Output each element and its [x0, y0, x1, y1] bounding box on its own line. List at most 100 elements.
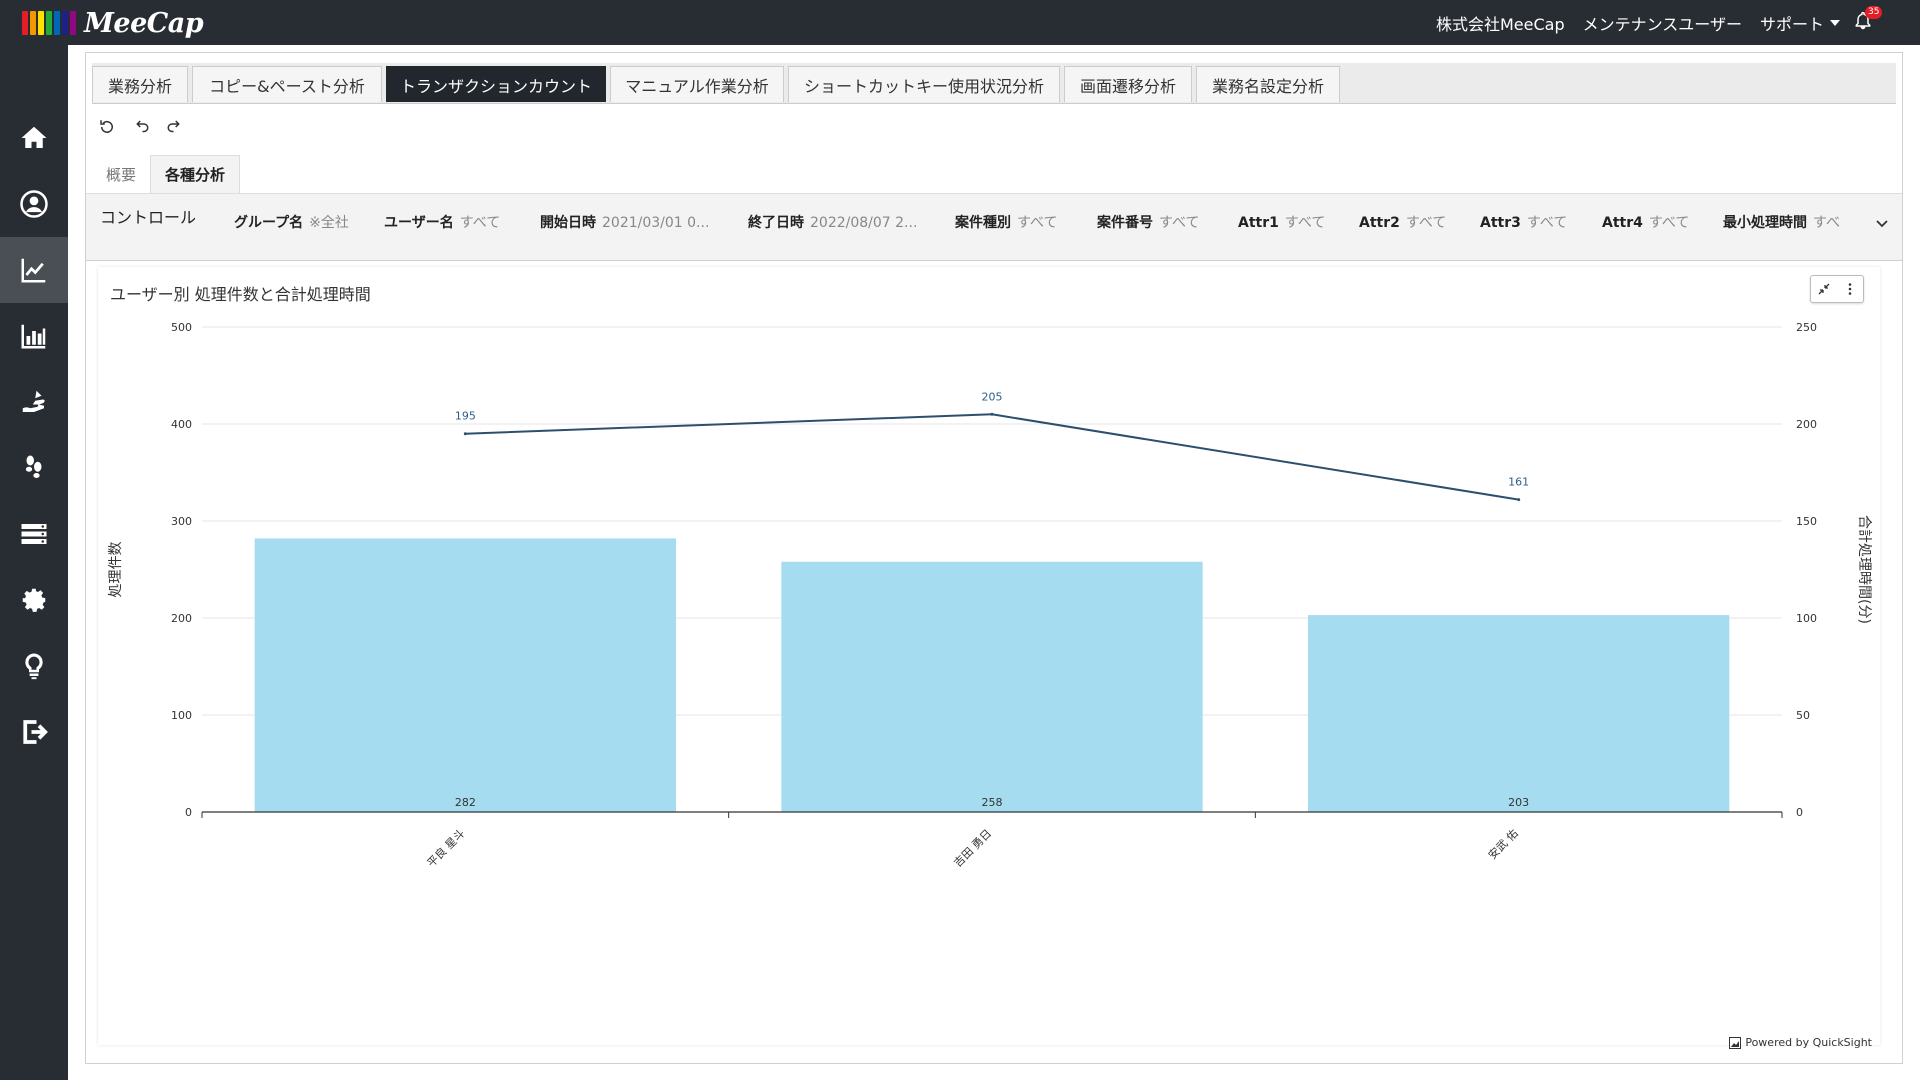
sidebar-item-bar-chart[interactable] — [0, 303, 68, 369]
control-value: 2021/03/01 0... — [602, 215, 710, 231]
sidebar-item-home[interactable] — [0, 105, 68, 171]
bar-chart-icon — [21, 324, 46, 349]
controls-title: コントロール — [100, 208, 197, 227]
control-min-processing-time[interactable]: 最小処理時間 すべ — [1723, 212, 1840, 232]
control-label: 案件種別 — [955, 215, 1011, 231]
control-attr4[interactable]: Attr4 すべて — [1602, 212, 1689, 232]
collapse-icon[interactable] — [1816, 281, 1832, 297]
quicksight-icon — [1729, 1036, 1742, 1049]
control-value: すべて — [1159, 215, 1200, 231]
control-value: すべて — [1526, 215, 1568, 231]
control-label: グループ名 — [234, 215, 304, 231]
control-value: すべて — [1648, 215, 1690, 231]
logo-bar — [54, 11, 60, 35]
y2-tick-label: 0 — [1796, 806, 1803, 819]
logo-bar — [22, 11, 28, 35]
top-bar: MeeCap 株式会社MeeCap メンテナンスユーザー サポート 35 — [0, 0, 1920, 45]
y2-tick-label: 150 — [1796, 515, 1817, 528]
control-label: ユーザー名 — [384, 215, 454, 231]
control-value: すべ — [1813, 215, 1841, 231]
company-name: 株式会社MeeCap — [1435, 14, 1565, 34]
notification-badge: 35 — [1865, 6, 1883, 19]
line-data-label: 205 — [982, 390, 1003, 403]
powered-by: Powered by QuickSight — [1729, 1036, 1872, 1049]
sidebar-item-settings[interactable] — [0, 567, 68, 633]
sidebar-item-logout[interactable] — [0, 699, 68, 765]
x-tick-label: 安武 佑 — [1485, 826, 1521, 862]
main-content: 業務分析 コピー&ペースト分析 トランザクションカウント マニュアル作業分析 シ… — [85, 52, 1903, 1064]
caret-down-icon — [1830, 19, 1840, 26]
sidebar-item-hand[interactable] — [0, 369, 68, 435]
sidebar-item-user[interactable] — [0, 171, 68, 237]
line-point — [1517, 498, 1521, 502]
control-user-name[interactable]: ユーザー名 すべて — [384, 212, 500, 232]
subtab-various-analysis[interactable]: 各種分析 — [150, 155, 241, 193]
line-point — [990, 412, 994, 416]
bar-data-label: 203 — [1508, 796, 1529, 809]
hand-icon — [22, 390, 45, 412]
tab-screen-transition-analysis[interactable]: 画面遷移分析 — [1064, 66, 1192, 102]
tab-label: 業務名設定分析 — [1211, 76, 1324, 96]
home-icon — [21, 126, 47, 148]
line-chart-icon — [21, 258, 46, 283]
control-group-name[interactable]: グループ名 ※全社 — [234, 212, 349, 232]
tab-transaction-count[interactable]: トランザクションカウント — [386, 66, 606, 102]
sidebar-item-ideas[interactable] — [0, 633, 68, 699]
y2-tick-label: 100 — [1796, 612, 1817, 625]
x-tick-label: 平良 星斗 — [424, 826, 467, 869]
control-case-number[interactable]: 案件番号 すべて — [1097, 212, 1199, 232]
y2-tick-label: 50 — [1796, 709, 1810, 722]
control-attr3[interactable]: Attr3 すべて — [1480, 212, 1567, 232]
bar-data-label: 258 — [982, 796, 1003, 809]
line-data-label: 161 — [1508, 476, 1529, 489]
y-tick-label: 200 — [171, 612, 192, 625]
logo-bar — [30, 11, 36, 35]
visual-menu — [1810, 275, 1864, 303]
tab-business-name-setting-analysis[interactable]: 業務名設定分析 — [1196, 66, 1340, 102]
logo-bar — [38, 11, 44, 35]
bar — [1308, 615, 1730, 812]
powered-by-text: Powered by QuickSight — [1745, 1036, 1872, 1049]
redo-icon[interactable] — [166, 118, 184, 136]
meecap-logo[interactable]: MeeCap — [22, 6, 204, 40]
chevron-down-icon[interactable] — [1874, 216, 1890, 232]
reset-icon[interactable] — [98, 118, 116, 136]
logout-icon — [23, 720, 48, 744]
bar — [254, 538, 676, 812]
y-tick-label: 0 — [185, 806, 192, 819]
control-case-type[interactable]: 案件種別 すべて — [955, 212, 1057, 232]
user-icon — [20, 190, 48, 218]
tab-manual-work-analysis[interactable]: マニュアル作業分析 — [610, 66, 784, 102]
control-start-date[interactable]: 開始日時 2021/03/01 0... — [540, 212, 709, 232]
y-tick-label: 400 — [171, 418, 192, 431]
bar — [781, 561, 1203, 812]
control-value: ※全社 — [309, 215, 349, 231]
control-attr2[interactable]: Attr2 すべて — [1359, 212, 1446, 232]
subtab-overview[interactable]: 概要 — [92, 155, 150, 193]
user-name[interactable]: メンテナンスユーザー — [1583, 11, 1742, 35]
control-attr1[interactable]: Attr1 すべて — [1238, 212, 1325, 232]
control-value: すべて — [1017, 215, 1058, 231]
sidebar-item-line-chart[interactable] — [0, 237, 68, 303]
logo-bar — [70, 11, 76, 35]
notification-bell[interactable]: 35 — [1853, 6, 1883, 34]
control-label: 案件番号 — [1097, 215, 1153, 231]
control-label: Attr1 — [1238, 215, 1279, 231]
control-label: 開始日時 — [540, 215, 596, 231]
sidebar-item-server[interactable] — [0, 501, 68, 567]
undo-icon[interactable] — [132, 118, 150, 136]
y-tick-label: 100 — [171, 709, 192, 722]
server-icon — [21, 524, 47, 544]
control-end-date[interactable]: 終了日時 2022/08/07 2... — [748, 212, 917, 232]
toolbar — [98, 115, 184, 139]
more-vertical-icon[interactable] — [1842, 281, 1858, 297]
support-menu[interactable]: サポート — [1760, 11, 1840, 35]
line-point — [463, 432, 467, 436]
tab-shortcut-key-analysis[interactable]: ショートカットキー使用状況分析 — [788, 66, 1060, 102]
y-tick-label: 500 — [171, 321, 192, 334]
tab-label: マニュアル作業分析 — [625, 76, 769, 96]
sidebar-item-footsteps[interactable] — [0, 435, 68, 501]
tab-business-analysis[interactable]: 業務分析 — [92, 66, 188, 102]
control-label: 終了日時 — [748, 215, 804, 231]
tab-copy-paste-analysis[interactable]: コピー&ペースト分析 — [192, 66, 382, 102]
